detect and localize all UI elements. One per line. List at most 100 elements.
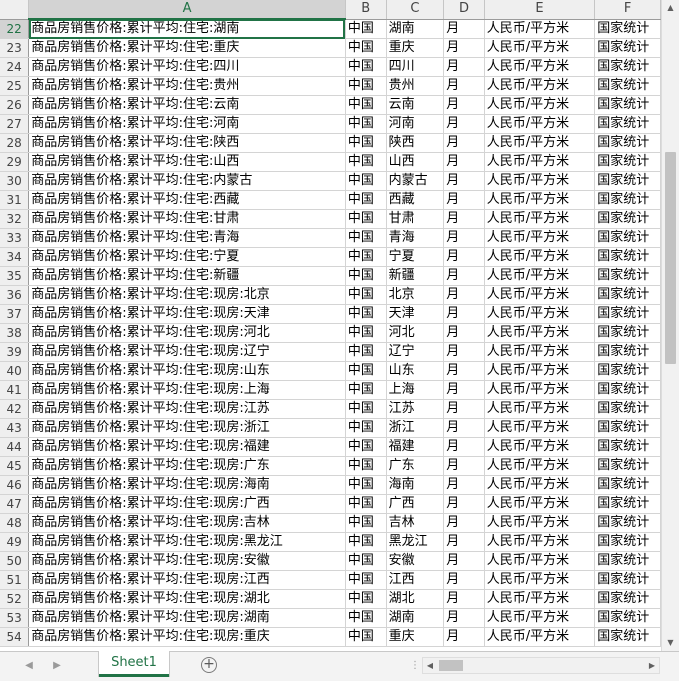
cell-c[interactable]: 陕西 <box>386 133 445 153</box>
cell-c[interactable]: 湖北 <box>386 589 445 609</box>
cell-c[interactable]: 四川 <box>386 57 445 77</box>
cell-e[interactable]: 人民币/平方米 <box>484 228 596 248</box>
cell-e[interactable]: 人民币/平方米 <box>484 114 596 134</box>
cell-e[interactable]: 人民币/平方米 <box>484 456 596 476</box>
cell-f[interactable]: 国家统计 <box>594 532 661 552</box>
cell-d[interactable]: 月 <box>443 38 485 58</box>
cell-d[interactable]: 月 <box>443 361 485 381</box>
column-header-e[interactable]: E <box>484 0 596 20</box>
row-header[interactable]: 41 <box>0 380 30 400</box>
cell-d[interactable]: 月 <box>443 266 485 286</box>
cell-c[interactable]: 甘肃 <box>386 209 445 229</box>
cell-e[interactable]: 人民币/平方米 <box>484 532 596 552</box>
cell-d[interactable]: 月 <box>443 551 485 571</box>
cell-f[interactable]: 国家统计 <box>594 437 661 457</box>
cell-e[interactable]: 人民币/平方米 <box>484 285 596 305</box>
scroll-left-arrow-icon[interactable]: ◀ <box>423 658 437 673</box>
cell-b[interactable]: 中国 <box>345 152 387 172</box>
horizontal-scrollbar[interactable]: ◀ ▶ <box>422 657 660 674</box>
cell-b[interactable]: 中国 <box>345 627 387 647</box>
row-header[interactable]: 26 <box>0 95 30 115</box>
cell-f[interactable]: 国家统计 <box>594 418 661 438</box>
row-header[interactable]: 37 <box>0 304 30 324</box>
select-all-corner[interactable] <box>0 0 30 20</box>
row-header[interactable]: 50 <box>0 551 30 571</box>
cell-b[interactable]: 中国 <box>345 532 387 552</box>
cell-e[interactable]: 人民币/平方米 <box>484 494 596 514</box>
cell-f[interactable]: 国家统计 <box>594 551 661 571</box>
cell-a[interactable]: 商品房销售价格:累计平均:住宅:陕西 <box>28 133 346 153</box>
scroll-right-arrow-icon[interactable]: ▶ <box>645 658 659 673</box>
cell-b[interactable]: 中国 <box>345 133 387 153</box>
cell-b[interactable]: 中国 <box>345 209 387 229</box>
cell-a[interactable]: 商品房销售价格:累计平均:住宅:河南 <box>28 114 346 134</box>
cell-f[interactable]: 国家统计 <box>594 304 661 324</box>
cell-e[interactable]: 人民币/平方米 <box>484 323 596 343</box>
row-header[interactable]: 52 <box>0 589 30 609</box>
cell-e[interactable]: 人民币/平方米 <box>484 209 596 229</box>
row-header[interactable]: 42 <box>0 399 30 419</box>
cell-f[interactable]: 国家统计 <box>594 494 661 514</box>
cell-d[interactable]: 月 <box>443 57 485 77</box>
cell-e[interactable]: 人民币/平方米 <box>484 570 596 590</box>
cell-c[interactable]: 河北 <box>386 323 445 343</box>
cell-c[interactable]: 湖南 <box>386 19 445 39</box>
cell-b[interactable]: 中国 <box>345 589 387 609</box>
cell-e[interactable]: 人民币/平方米 <box>484 551 596 571</box>
cell-e[interactable]: 人民币/平方米 <box>484 380 596 400</box>
row-header[interactable]: 22 <box>0 19 30 39</box>
cell-d[interactable]: 月 <box>443 418 485 438</box>
cell-d[interactable]: 月 <box>443 399 485 419</box>
cell-a[interactable]: 商品房销售价格:累计平均:住宅:现房:湖北 <box>28 589 346 609</box>
cell-f[interactable]: 国家统计 <box>594 475 661 495</box>
row-header[interactable]: 31 <box>0 190 30 210</box>
cell-a[interactable]: 商品房销售价格:累计平均:住宅:宁夏 <box>28 247 346 267</box>
cell-a[interactable]: 商品房销售价格:累计平均:住宅:现房:吉林 <box>28 513 346 533</box>
cell-e[interactable]: 人民币/平方米 <box>484 342 596 362</box>
row-header[interactable]: 29 <box>0 152 30 172</box>
cell-e[interactable]: 人民币/平方米 <box>484 304 596 324</box>
horizontal-scroll-thumb[interactable] <box>439 660 463 671</box>
cell-a[interactable]: 商品房销售价格:累计平均:住宅:湖南 <box>28 19 346 39</box>
cell-b[interactable]: 中国 <box>345 551 387 571</box>
cell-b[interactable]: 中国 <box>345 494 387 514</box>
cell-e[interactable]: 人民币/平方米 <box>484 361 596 381</box>
cell-e[interactable]: 人民币/平方米 <box>484 247 596 267</box>
sheet-tab-sheet1[interactable]: Sheet1 <box>99 651 169 677</box>
cell-a[interactable]: 商品房销售价格:累计平均:住宅:现房:重庆 <box>28 627 346 647</box>
cell-b[interactable]: 中国 <box>345 19 387 39</box>
cell-f[interactable]: 国家统计 <box>594 627 661 647</box>
cell-c[interactable]: 湖南 <box>386 608 445 628</box>
cell-f[interactable]: 国家统计 <box>594 342 661 362</box>
cell-f[interactable]: 国家统计 <box>594 228 661 248</box>
cell-b[interactable]: 中国 <box>345 513 387 533</box>
cell-c[interactable]: 上海 <box>386 380 445 400</box>
cell-e[interactable]: 人民币/平方米 <box>484 19 596 39</box>
cell-e[interactable]: 人民币/平方米 <box>484 95 596 115</box>
cell-a[interactable]: 商品房销售价格:累计平均:住宅:现房:山东 <box>28 361 346 381</box>
row-header[interactable]: 44 <box>0 437 30 457</box>
cell-c[interactable]: 浙江 <box>386 418 445 438</box>
cell-d[interactable]: 月 <box>443 19 485 39</box>
cell-f[interactable]: 国家统计 <box>594 247 661 267</box>
cell-b[interactable]: 中国 <box>345 608 387 628</box>
cell-b[interactable]: 中国 <box>345 361 387 381</box>
cell-a[interactable]: 商品房销售价格:累计平均:住宅:内蒙古 <box>28 171 346 191</box>
cell-a[interactable]: 商品房销售价格:累计平均:住宅:现房:黑龙江 <box>28 532 346 552</box>
cell-e[interactable]: 人民币/平方米 <box>484 418 596 438</box>
cell-d[interactable]: 月 <box>443 247 485 267</box>
cell-f[interactable]: 国家统计 <box>594 608 661 628</box>
cell-d[interactable]: 月 <box>443 570 485 590</box>
cell-a[interactable]: 商品房销售价格:累计平均:住宅:山西 <box>28 152 346 172</box>
cell-c[interactable]: 广西 <box>386 494 445 514</box>
tab-split-handle-icon[interactable]: ⋮ <box>410 659 420 673</box>
cell-c[interactable]: 重庆 <box>386 38 445 58</box>
row-header[interactable]: 43 <box>0 418 30 438</box>
previous-sheet-icon[interactable]: ◀ <box>22 658 36 674</box>
cell-b[interactable]: 中国 <box>345 570 387 590</box>
cell-d[interactable]: 月 <box>443 608 485 628</box>
cell-a[interactable]: 商品房销售价格:累计平均:住宅:现房:广西 <box>28 494 346 514</box>
cell-d[interactable]: 月 <box>443 532 485 552</box>
row-header[interactable]: 34 <box>0 247 30 267</box>
cell-f[interactable]: 国家统计 <box>594 152 661 172</box>
